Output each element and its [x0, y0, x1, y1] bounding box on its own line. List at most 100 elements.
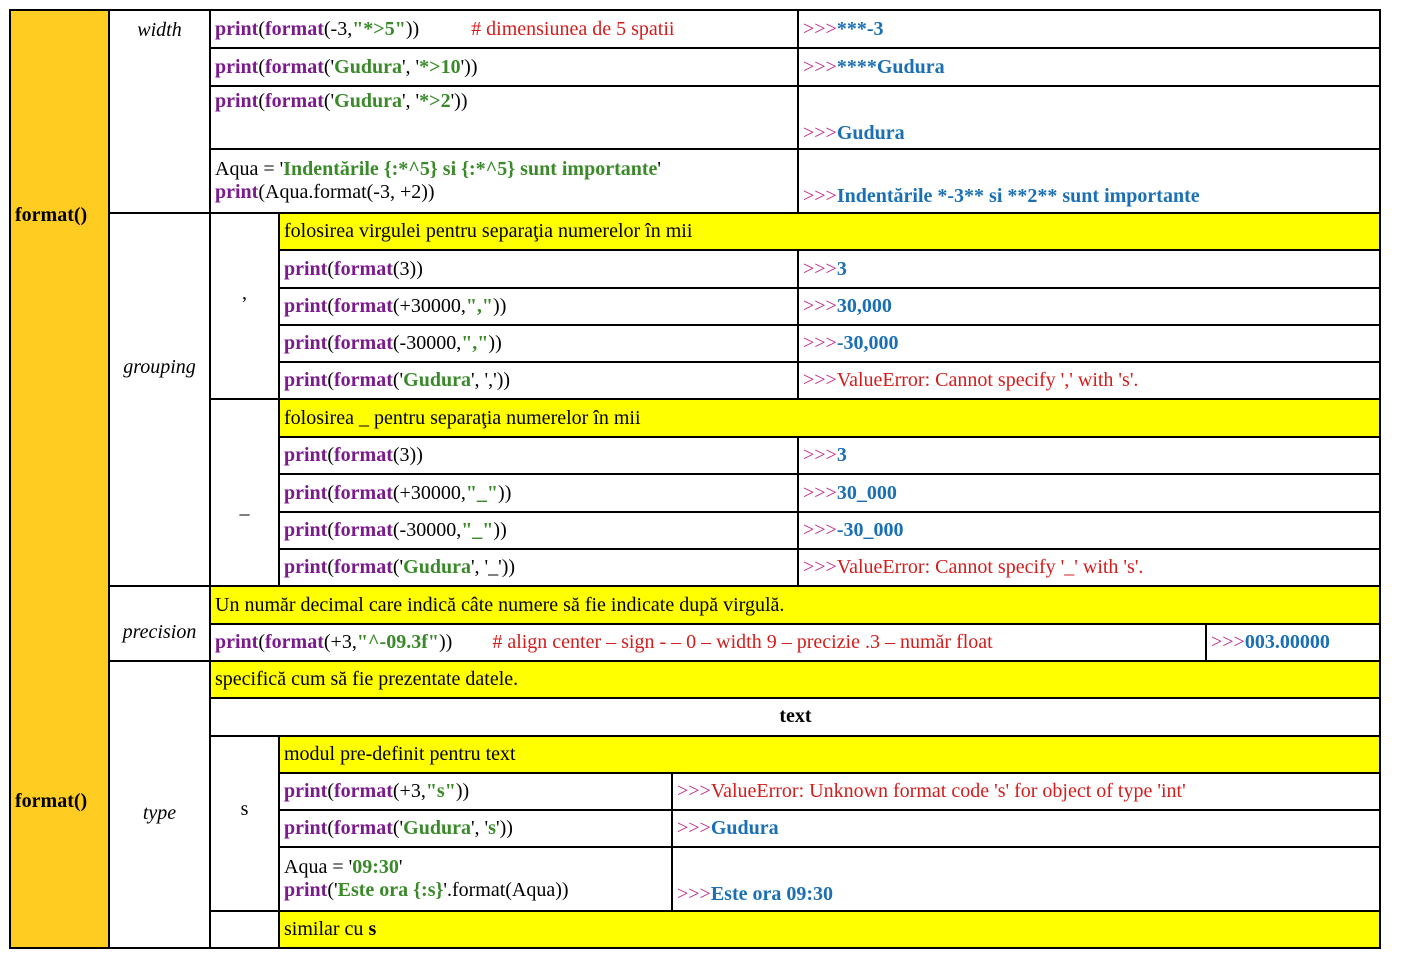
code-fn: format [334, 444, 393, 466]
code-text: )) [488, 332, 502, 354]
output-prompt: >>> [803, 55, 837, 78]
code-text: )) [493, 295, 507, 317]
output-cell: >>> 30,000 [798, 288, 1381, 325]
code-text: ', ',')) [470, 369, 511, 391]
output-cell: >>> 003.00000 [1206, 624, 1381, 661]
output-value: 3 [836, 258, 847, 280]
code-text: )) [438, 631, 453, 653]
section-header: similar cu s [279, 911, 1381, 948]
code-text: ( [327, 556, 335, 578]
code-line: Aqua = '09:30' [284, 856, 402, 879]
code-string: "_" [461, 519, 494, 541]
output-value: 30,000 [836, 295, 892, 317]
code-fn: format [334, 369, 393, 391]
code-string: Gudura [334, 55, 402, 78]
code-text: ( [258, 17, 266, 40]
code-text: (+30000, [392, 295, 466, 317]
code-cell: Aqua = 'Indentările {:*^5} si {:*^5} sun… [210, 149, 798, 212]
code-string: "," [465, 295, 494, 317]
grid-line [108, 585, 1381, 587]
category-width: width [137, 18, 182, 41]
output-value: ****Gudura [836, 55, 945, 78]
category-type: type [142, 801, 177, 824]
code-fn: format [334, 258, 393, 280]
code-fn: print [284, 482, 328, 504]
code-cell: print(format (' Gudura ', ',')) [279, 362, 798, 399]
output-cell: >>> Este ora 09:30 [672, 847, 1381, 910]
category-precision: precision [122, 620, 197, 643]
code-fn: print [284, 519, 328, 541]
code-text: ( [258, 90, 266, 112]
code-fn: print [284, 556, 328, 578]
code-fn: print [284, 878, 328, 901]
grid-line [209, 735, 1381, 737]
code-string: Gudura [334, 90, 402, 112]
output-cell: >>> 3 [798, 251, 1381, 288]
output-cell: >>> ***-3 [798, 10, 1381, 48]
code-fn: format [265, 17, 324, 40]
output-value: Gudura [836, 122, 905, 144]
code-fn: format [334, 780, 393, 802]
code-text: )) [493, 519, 507, 541]
code-cell: print(format (' Gudura ', '_')) [279, 549, 798, 586]
grid-line [108, 212, 1381, 214]
grid-line [671, 772, 673, 911]
code-text: ')) [450, 90, 468, 112]
code-fn: format [265, 631, 324, 653]
code-text: ( [327, 780, 335, 802]
code-text: ( [327, 444, 335, 466]
output-prompt: >>> [803, 122, 837, 144]
code-line: Aqua = 'Indentările {:*^5} si {:*^5} sun… [215, 158, 661, 181]
code-text: ')) [460, 55, 478, 78]
text-subheader: text [779, 705, 812, 727]
code-text: Aqua = ' [215, 157, 284, 180]
similar-text: similar cu [284, 918, 364, 940]
code-fn: format [334, 519, 393, 541]
grid-line [278, 735, 280, 949]
code-text: Aqua = ' [284, 855, 353, 878]
code-string: "_" [465, 482, 499, 504]
code-string: "," [461, 332, 489, 354]
grid-line [108, 10, 110, 949]
grid-line [278, 287, 1381, 289]
output-cell: >>> -30,000 [798, 325, 1381, 362]
code-fn: print [284, 369, 328, 391]
output-prompt: >>> [677, 780, 711, 802]
code-fn: format [334, 332, 393, 354]
grouping-symbol-underscore: _ [239, 495, 250, 518]
code-text: (' [392, 817, 404, 839]
grid-line [278, 809, 1381, 811]
code-text: ', ' [401, 90, 420, 112]
section-header: modul pre-definit pentru text [279, 736, 1381, 773]
similar-bold: s [368, 918, 377, 940]
code-cell: print(format (+3, "^-09.3f")) # align cent… [210, 624, 1206, 661]
output-value: ***-3 [836, 17, 884, 40]
code-cell: print(format (' Gudura ', ' *>2 ')) [210, 86, 798, 149]
code-fn: format [334, 556, 393, 578]
code-line: print('Este ora {:s}'.format(Aqua)) [284, 879, 569, 902]
output-cell: >>> Gudura [672, 810, 1381, 847]
code-cell: print(format (3)) [279, 251, 798, 288]
section-header: folosirea _ pentru separaţia numerelor î… [279, 400, 1381, 437]
output-cell: >>> ValueError: Cannot specify ',' with '… [798, 362, 1381, 399]
code-text: ( [327, 817, 335, 839]
code-cell: print(format (3)) [279, 437, 798, 474]
code-text: (+30000, [392, 482, 466, 504]
code-cell: Aqua = '09:30' print('Este ora {:s}'.for… [279, 847, 672, 910]
grid-line [278, 361, 1381, 363]
output-cell: >>> ValueError: Cannot specify '_' with '… [798, 549, 1381, 586]
output-prompt: >>> [803, 444, 837, 466]
code-text: '.format(Aqua)) [443, 878, 569, 901]
code-cell: print(format (' Gudura ', ' *>10 ')) [210, 48, 798, 86]
code-fn: format [334, 482, 393, 504]
code-string: Gudura [403, 369, 471, 391]
output-value: Gudura [710, 817, 779, 839]
grid-line [209, 148, 1381, 150]
section-header: Un număr decimal care indică câte numere… [210, 587, 1381, 624]
code-string: Gudura [403, 556, 471, 578]
grid-line [9, 9, 1381, 11]
code-cell: print(format (+3, "s")) [279, 773, 672, 810]
grid-line [209, 47, 1381, 49]
code-text: ( [327, 295, 335, 317]
output-value: Este ora 09:30 [710, 883, 834, 905]
